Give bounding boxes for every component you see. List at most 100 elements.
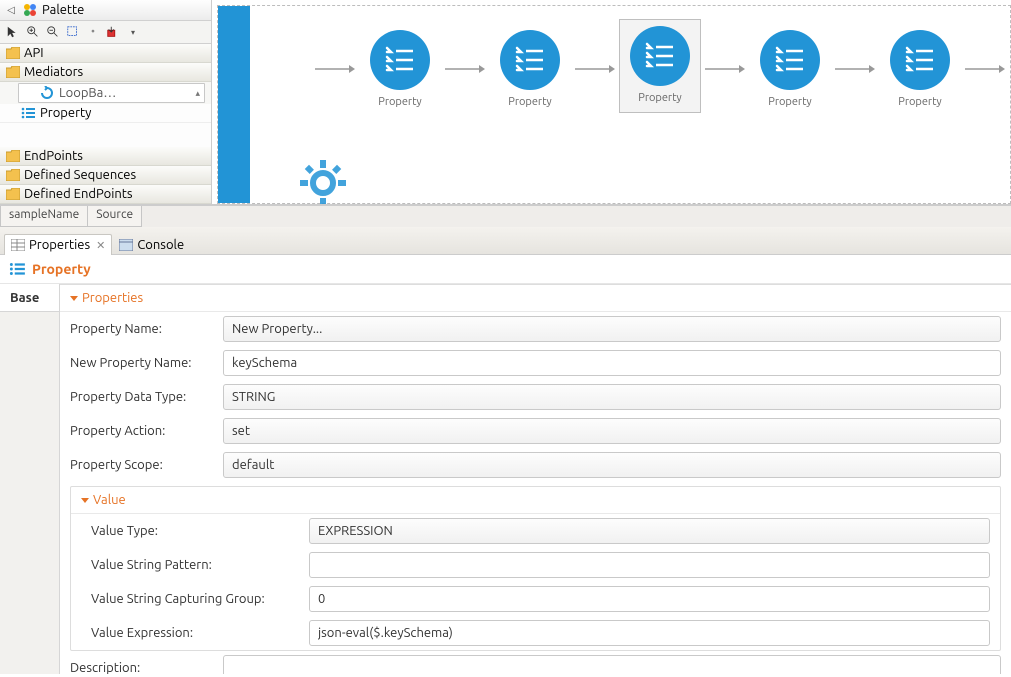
property-node[interactable]: Property <box>490 30 570 108</box>
properties-view-header: Property <box>0 255 1011 284</box>
toolbar-separator: • <box>84 23 102 41</box>
palette-group-defined-sequences[interactable]: Defined Sequences <box>0 166 211 185</box>
property-node[interactable]: Property <box>880 30 960 108</box>
palette-title-bar: ◁ Palette <box>0 0 211 21</box>
dropdown-value-type[interactable]: EXPRESSION <box>309 518 990 544</box>
label-property-data-type: Property Data Type: <box>70 390 215 404</box>
field-value: set <box>232 424 250 438</box>
category-tab-base[interactable]: Base <box>0 284 59 312</box>
palette-toolbar: • ▾ <box>0 21 211 44</box>
field-value: New Property... <box>232 322 322 336</box>
folder-icon <box>6 150 20 162</box>
section-title: Properties <box>82 291 143 305</box>
folder-icon <box>6 188 20 200</box>
flow-arrow <box>830 63 880 75</box>
flow-arrow <box>570 63 620 75</box>
palette-spacer <box>0 123 211 147</box>
dropdown-property-data-type[interactable]: STRING <box>223 384 1001 410</box>
label-property-action: Property Action: <box>70 424 215 438</box>
export-tool[interactable] <box>104 23 122 41</box>
group-label: API <box>24 46 44 60</box>
dropdown-icon[interactable]: ▾ <box>124 23 142 41</box>
property-icon <box>20 106 36 120</box>
node-label: Property <box>508 96 551 108</box>
item-label: LoopBa… <box>59 86 116 100</box>
views-tab-bar: Properties ✕ Console <box>0 227 1011 255</box>
palette-icon <box>22 2 38 18</box>
section-title: Value <box>93 493 126 507</box>
node-label: Property <box>638 92 681 104</box>
tab-design[interactable]: sampleName <box>0 206 88 227</box>
property-node[interactable]: Property <box>360 30 440 108</box>
loopback-icon <box>39 86 55 100</box>
dropdown-property-name[interactable]: New Property... <box>223 316 1001 342</box>
section-value: Value Value Type: EXPRESSION Value Strin… <box>70 486 1001 651</box>
input-value-expression[interactable] <box>309 620 990 646</box>
folder-icon <box>6 47 20 59</box>
pointer-tool[interactable] <box>4 23 22 41</box>
property-node-selected[interactable]: Property <box>620 20 700 112</box>
label-property-name: Property Name: <box>70 322 215 336</box>
label-new-property-name: New Property Name: <box>70 356 215 370</box>
collapse-icon[interactable]: ▴ <box>195 88 200 99</box>
section-header-properties[interactable]: Properties <box>60 285 1011 312</box>
palette-title: Palette <box>42 3 84 17</box>
palette-group-defined-endpoints[interactable]: Defined EndPoints <box>0 185 211 204</box>
properties-form-area: Base Properties Property Name: New Prope… <box>0 284 1011 674</box>
label-value-type: Value Type: <box>91 524 301 538</box>
input-new-property-name[interactable] <box>223 350 1001 376</box>
group-label: EndPoints <box>24 149 83 163</box>
palette-panel: ◁ Palette • ▾ API Mediators LoopBa… ▴ <box>0 0 212 204</box>
view-tab-console[interactable]: Console <box>112 234 191 255</box>
gear-icon <box>298 158 348 204</box>
close-icon[interactable]: ✕ <box>96 239 105 252</box>
flow-arrow <box>700 63 750 75</box>
palette-group-endpoints[interactable]: EndPoints <box>0 147 211 166</box>
group-label: Defined EndPoints <box>24 187 133 201</box>
label-description: Description: <box>70 661 215 674</box>
field-value: STRING <box>232 390 275 404</box>
view-tab-label: Console <box>137 238 184 252</box>
label-value-expression: Value Expression: <box>91 626 301 640</box>
palette-group-api[interactable]: API <box>0 44 211 63</box>
palette-group-mediators[interactable]: Mediators <box>0 63 211 82</box>
input-value-string-pattern[interactable] <box>309 552 990 578</box>
node-label: Property <box>378 96 421 108</box>
label-value-string-pattern: Value String Pattern: <box>91 558 301 572</box>
palette-item-property[interactable]: Property <box>0 104 211 123</box>
chevron-down-icon <box>81 498 89 503</box>
property-node[interactable]: Property <box>750 30 830 108</box>
field-value: default <box>232 458 274 472</box>
tab-source[interactable]: Source <box>87 206 142 227</box>
view-tab-properties[interactable]: Properties ✕ <box>4 234 112 255</box>
folder-icon <box>6 66 20 78</box>
input-description[interactable] <box>223 655 1001 674</box>
item-label: Property <box>40 106 91 120</box>
section-properties: Properties Property Name: New Property..… <box>60 284 1011 674</box>
zoom-out-tool[interactable] <box>44 23 62 41</box>
view-tab-label: Properties <box>29 238 90 252</box>
group-label: Mediators <box>24 65 83 79</box>
input-value-string-capturing-group[interactable] <box>309 586 990 612</box>
label-property-scope: Property Scope: <box>70 458 215 472</box>
flow-arrow <box>310 63 360 75</box>
section-header-value[interactable]: Value <box>71 487 1000 514</box>
properties-category-tabs: Base <box>0 284 60 674</box>
marquee-tool[interactable] <box>64 23 82 41</box>
dropdown-property-scope[interactable]: default <box>223 452 1001 478</box>
node-label: Property <box>768 96 811 108</box>
node-label: Property <box>898 96 941 108</box>
properties-view-title: Property <box>32 261 91 277</box>
palette-item-loopback[interactable]: LoopBa… ▴ <box>18 83 205 103</box>
nav-back-icon[interactable]: ◁ <box>4 3 18 17</box>
zoom-in-tool[interactable] <box>24 23 42 41</box>
group-label: Defined Sequences <box>24 168 136 182</box>
flow-arrow <box>440 63 490 75</box>
flow-arrow <box>960 63 1010 75</box>
design-canvas[interactable]: Property Property Property Property <box>212 0 1011 204</box>
mediator-flow: Property Property Property Property <box>310 26 1010 112</box>
api-resource-block[interactable] <box>218 6 250 203</box>
dropdown-property-action[interactable]: set <box>223 418 1001 444</box>
label-value-string-capturing-group: Value String Capturing Group: <box>91 592 301 606</box>
property-icon <box>8 261 26 277</box>
